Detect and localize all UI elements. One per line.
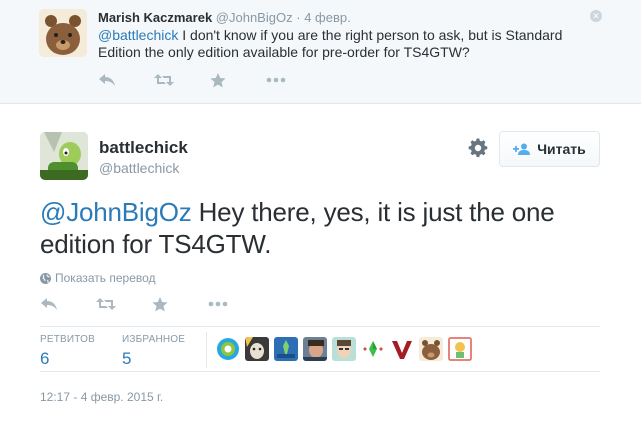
parent-fullname[interactable]: Marish Kaczmarek	[98, 10, 212, 25]
follow-button-label: Читать	[537, 141, 586, 157]
avatar[interactable]	[419, 337, 443, 361]
avatar[interactable]	[448, 337, 472, 361]
gear-icon[interactable]	[468, 138, 488, 158]
mention-link[interactable]: @JohnBigOz	[40, 197, 192, 227]
parent-mention-link[interactable]: @battlechick	[98, 27, 178, 43]
tweet-actions	[40, 294, 264, 314]
reply-icon[interactable]	[40, 294, 96, 314]
user-avatars	[216, 337, 477, 361]
more-icon[interactable]	[208, 294, 264, 314]
parent-actions	[98, 70, 322, 90]
favorite-icon[interactable]	[210, 70, 266, 90]
retweet-icon[interactable]	[154, 70, 210, 90]
avatar[interactable]	[332, 337, 356, 361]
close-icon[interactable]: ✕	[590, 10, 602, 22]
tweet-timestamp: 12:17 - 4 февр. 2015 г.	[40, 390, 164, 404]
author-fullname[interactable]: battlechick	[99, 138, 188, 158]
follow-user-icon	[513, 143, 531, 155]
avatar[interactable]	[303, 337, 327, 361]
parent-tweet-header: Marish Kaczmarek @JohnBigOz · 4 февр.	[98, 10, 351, 25]
translate-label[interactable]: Показать перевод	[55, 271, 156, 285]
globe-icon	[40, 272, 51, 284]
parent-date[interactable]: 4 февр.	[304, 10, 351, 25]
parent-separator: ·	[296, 10, 301, 25]
more-icon[interactable]	[266, 70, 322, 90]
author-handle[interactable]: @battlechick	[99, 160, 179, 176]
avatar[interactable]	[245, 337, 269, 361]
stats-divider	[206, 332, 207, 368]
favorite-icon[interactable]	[152, 294, 208, 314]
main-avatar[interactable]	[40, 132, 88, 180]
tweet-stats: РЕТВИТОВ 6 ИЗБРАННОЕ 5	[40, 326, 600, 372]
retweets-label: РЕТВИТОВ	[40, 334, 96, 345]
favorites-stat[interactable]: ИЗБРАННОЕ 5	[122, 334, 185, 369]
retweets-stat[interactable]: РЕТВИТОВ 6	[40, 334, 95, 369]
follow-button[interactable]: Читать	[499, 131, 600, 167]
favorites-label: ИЗБРАННОЕ	[122, 334, 186, 345]
parent-avatar[interactable]	[39, 9, 87, 57]
parent-tweet-text: @battlechick I don't know if you are the…	[98, 27, 598, 61]
avatar[interactable]	[390, 337, 414, 361]
parent-tweet[interactable]: Marish Kaczmarek @JohnBigOz · 4 февр. ✕ …	[0, 0, 641, 104]
retweet-icon[interactable]	[96, 294, 152, 314]
retweets-count[interactable]: 6	[40, 349, 95, 369]
parent-handle[interactable]: @JohnBigOz	[216, 10, 293, 25]
tweet-text: @JohnBigOz Hey there, yes, it is just th…	[40, 196, 600, 260]
favorites-count[interactable]: 5	[122, 349, 185, 369]
avatar[interactable]	[274, 337, 298, 361]
avatar[interactable]	[361, 337, 385, 361]
reply-icon[interactable]	[98, 70, 154, 90]
avatar[interactable]	[216, 337, 240, 361]
translate-link[interactable]: Показать перевод	[40, 271, 156, 285]
